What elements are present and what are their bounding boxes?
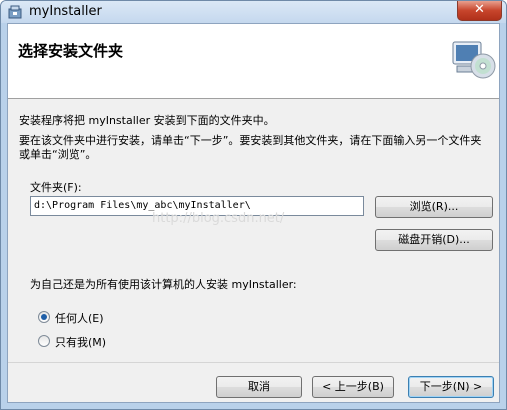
radio-everyone[interactable] xyxy=(38,311,50,323)
next-button[interactable]: 下一步(N) > xyxy=(408,376,494,398)
dialog-client-area: 选择安装文件夹 安装程序将把 myInstaller 安装到下面的文件夹中。 要… xyxy=(7,23,500,403)
radio-everyone-label[interactable]: 任何人(E) xyxy=(55,310,104,326)
watermark-text: http://blog.csdn.net/ xyxy=(152,211,285,226)
dialog-header: 选择安装文件夹 xyxy=(8,24,499,99)
cd-computer-icon xyxy=(452,41,496,79)
radio-only-me-label[interactable]: 只有我(M) xyxy=(55,334,106,350)
page-title: 选择安装文件夹 xyxy=(18,42,124,60)
close-icon: ✕ xyxy=(474,2,485,17)
title-bar[interactable]: myInstaller ✕ xyxy=(1,1,506,23)
close-button[interactable]: ✕ xyxy=(457,1,502,21)
window-title: myInstaller xyxy=(29,4,102,19)
installer-window: myInstaller ✕ 选择安装文件夹 安装程序将把 myInstaller… xyxy=(0,0,507,410)
installer-app-icon xyxy=(8,5,22,19)
browse-button[interactable]: 浏览(R)... xyxy=(375,196,493,218)
disk-cost-button[interactable]: 磁盘开销(D)... xyxy=(375,229,493,251)
cancel-button[interactable]: 取消 xyxy=(216,376,302,398)
radio-only-me[interactable] xyxy=(38,335,50,347)
instruction-text: 要在该文件夹中进行安装，请单击“下一步”。要安装到其他文件夹，请在下面输入另一个… xyxy=(19,134,482,161)
footer-divider xyxy=(8,362,499,363)
radio-selected-dot xyxy=(41,314,47,320)
back-button[interactable]: < 上一步(B) xyxy=(312,376,394,398)
intro-text: 安装程序将把 myInstaller 安装到下面的文件夹中。 xyxy=(19,114,275,127)
folder-label: 文件夹(F): xyxy=(30,181,82,194)
install-for-question: 为自己还是为所有使用该计算机的人安装 myInstaller: xyxy=(30,278,297,291)
